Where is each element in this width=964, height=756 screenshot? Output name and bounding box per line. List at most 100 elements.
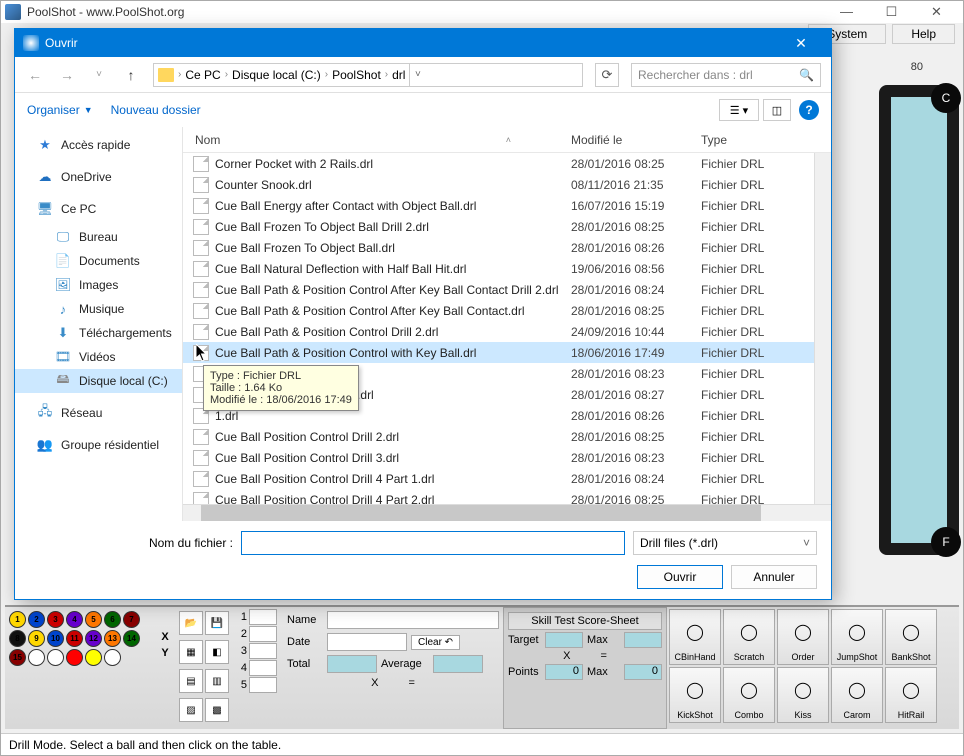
file-row[interactable]: Cue Ball Path & Position Control with Ke… [183,342,831,363]
shot-bankshot[interactable]: ◯BankShot [885,609,937,665]
nav-recent[interactable]: ˅ [89,65,109,85]
file-row[interactable]: Cue Ball Position Control Drill 2.drl28/… [183,426,831,447]
crumb-0[interactable]: Ce PC [185,68,220,82]
ball-20[interactable] [104,649,121,666]
search-input[interactable]: Rechercher dans : drl 🔍 [631,63,821,87]
name-input[interactable] [327,611,499,629]
sidebar-downloads[interactable]: ⬇Téléchargements [15,321,182,345]
close-button[interactable]: ✕ [914,1,959,23]
crumb-3[interactable]: drl [392,68,405,82]
maximize-button[interactable]: ☐ [869,1,914,23]
ball-15[interactable]: 15 [9,649,26,666]
shot-scratch[interactable]: ◯Scratch [723,609,775,665]
target-val[interactable] [545,632,583,648]
sidebar-documents[interactable]: 📄Documents [15,249,182,273]
sidebar-network[interactable]: 🖧Réseau [15,401,182,425]
tool-5[interactable]: ▨ [179,698,203,722]
num-box-1[interactable] [249,609,277,625]
sidebar-music[interactable]: ♪Musique [15,297,182,321]
average-input[interactable] [433,655,483,673]
total-input[interactable] [327,655,377,673]
ball-10[interactable]: 10 [47,630,64,647]
num-box-5[interactable] [249,677,277,693]
ball-13[interactable]: 13 [104,630,121,647]
shot-hitrail[interactable]: ◯HitRail [885,667,937,723]
filename-input[interactable] [241,531,625,555]
ball-11[interactable]: 11 [66,630,83,647]
ball-16[interactable] [28,649,45,666]
file-row[interactable]: Cue Ball Natural Deflection with Half Ba… [183,258,831,279]
nav-up[interactable]: ↑ [121,65,141,85]
num-box-3[interactable] [249,643,277,659]
shot-kickshot[interactable]: ◯KickShot [669,667,721,723]
sidebar-videos[interactable]: 🎞Vidéos [15,345,182,369]
sidebar-images[interactable]: 🖼Images [15,273,182,297]
dialog-close-button[interactable]: ✕ [779,29,823,57]
num-box-4[interactable] [249,660,277,676]
sidebar-quick-access[interactable]: ★Accès rapide [15,133,182,157]
breadcrumb[interactable]: › Ce PC› Disque local (C:)› PoolShot› dr… [153,63,583,87]
minimize-button[interactable]: — [824,1,869,23]
file-row[interactable]: Cue Ball Path & Position Control Drill 2… [183,321,831,342]
tool-2[interactable]: ◧ [205,640,229,664]
ball-17[interactable] [47,649,64,666]
ball-18[interactable] [66,649,83,666]
ball-3[interactable]: 3 [47,611,64,628]
ball-1[interactable]: 1 [9,611,26,628]
file-row[interactable]: Corner Pocket with 2 Rails.drl28/01/2016… [183,153,831,174]
ball-14[interactable]: 14 [123,630,140,647]
date-input[interactable] [327,633,407,651]
ball-2[interactable]: 2 [28,611,45,628]
tool-4[interactable]: ▥ [205,669,229,693]
num-box-2[interactable] [249,626,277,642]
file-row[interactable]: Cue Ball Frozen To Object Ball.drl28/01/… [183,237,831,258]
crumb-2[interactable]: PoolShot [332,68,381,82]
shot-combo[interactable]: ◯Combo [723,667,775,723]
tool-3[interactable]: ▤ [179,669,203,693]
shot-jumpshot[interactable]: ◯JumpShot [831,609,883,665]
tool-save[interactable]: 💾 [205,611,229,635]
ball-5[interactable]: 5 [85,611,102,628]
nav-forward[interactable]: → [57,65,77,85]
horizontal-scrollbar[interactable] [183,504,831,521]
cancel-button[interactable]: Annuler [731,565,817,589]
max-val[interactable] [624,632,662,648]
file-row[interactable]: Counter Snook.drl08/11/2016 21:35Fichier… [183,174,831,195]
crumb-1[interactable]: Disque local (C:) [232,68,321,82]
breadcrumb-dropdown[interactable]: ˅ [409,64,425,86]
ball-9[interactable]: 9 [28,630,45,647]
sidebar-onedrive[interactable]: ☁OneDrive [15,165,182,189]
pool-table[interactable]: C F [879,85,959,555]
ball-7[interactable]: 7 [123,611,140,628]
shot-kiss[interactable]: ◯Kiss [777,667,829,723]
help-button[interactable]: ? [799,100,819,120]
nav-back[interactable]: ← [25,65,45,85]
tool-6[interactable]: ▩ [205,698,229,722]
organize-menu[interactable]: Organiser ▼ [27,103,93,117]
sidebar-this-pc[interactable]: 🖥Ce PC [15,197,182,221]
file-row[interactable]: Cue Ball Position Control Drill 4 Part 1… [183,468,831,489]
file-row[interactable]: Cue Ball Position Control Drill 3.drl28/… [183,447,831,468]
tool-open[interactable]: 📂 [179,611,203,635]
sidebar-local-disk[interactable]: 🖴Disque local (C:) [15,369,182,393]
clear-button[interactable]: Clear ↶ [411,635,460,650]
col-name[interactable]: Nom˄ [183,133,571,147]
file-row[interactable]: Cue Ball Position Control Drill 4 Part 2… [183,489,831,504]
vertical-scrollbar[interactable] [814,153,831,504]
shot-order[interactable]: ◯Order [777,609,829,665]
tool-1[interactable]: ▦ [179,640,203,664]
menu-help[interactable]: Help [892,24,955,44]
col-modified[interactable]: Modifié le [571,133,701,147]
ball-19[interactable] [85,649,102,666]
open-button[interactable]: Ouvrir [637,565,723,589]
shot-carom[interactable]: ◯Carom [831,667,883,723]
sidebar-homegroup[interactable]: 👥Groupe résidentiel [15,433,182,457]
file-row[interactable]: Cue Ball Energy after Contact with Objec… [183,195,831,216]
ball-8[interactable]: 8 [9,630,26,647]
sidebar-desktop[interactable]: 🖵Bureau [15,225,182,249]
file-row[interactable]: Cue Ball Path & Position Control After K… [183,279,831,300]
ball-6[interactable]: 6 [104,611,121,628]
ball-12[interactable]: 12 [85,630,102,647]
file-row[interactable]: Cue Ball Path & Position Control After K… [183,300,831,321]
new-folder-button[interactable]: Nouveau dossier [111,103,201,117]
